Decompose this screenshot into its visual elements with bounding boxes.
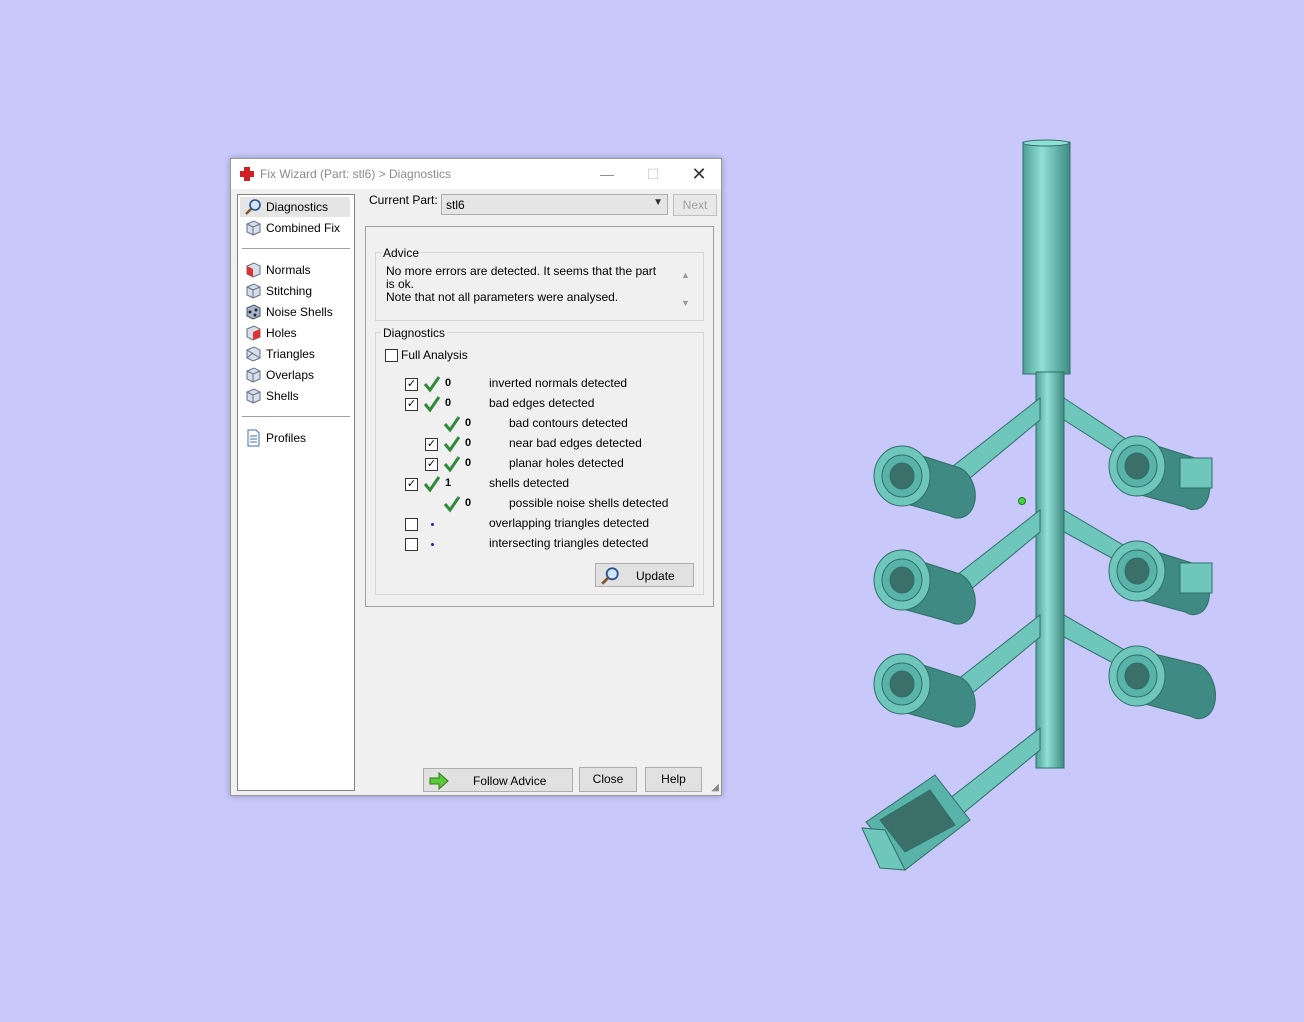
update-label: Update xyxy=(636,569,675,583)
planar-holes-checkbox[interactable]: ✓ xyxy=(425,458,438,471)
advice-line-1: No more errors are detected. It seems th… xyxy=(386,264,657,291)
diagnostics-title: Diagnostics xyxy=(381,326,448,340)
check-mark-icon xyxy=(443,436,461,453)
bad-contours-count: 0 xyxy=(465,417,472,429)
check-mark-icon xyxy=(443,456,461,473)
chevron-down-icon: ▼ xyxy=(653,197,663,208)
noise-shells-icon xyxy=(246,304,261,320)
arrow-right-icon xyxy=(429,772,449,790)
near-bad-edges-label: near bad edges detected xyxy=(509,436,642,450)
noise-shells-count: 0 xyxy=(465,497,472,509)
close-window-button[interactable]: ✕ xyxy=(676,159,722,189)
cube-icon xyxy=(246,220,261,236)
sidebar-item-diagnostics[interactable]: Diagnostics xyxy=(240,197,350,217)
inverted-normals-count: 0 xyxy=(445,377,452,389)
sidebar-item-triangles[interactable]: Triangles xyxy=(240,344,350,364)
follow-advice-button[interactable]: Follow Advice xyxy=(423,768,573,792)
scroll-up-icon[interactable]: ▲ xyxy=(681,270,690,280)
current-part-value: stl6 xyxy=(446,198,465,212)
overlapping-triangles-label: overlapping triangles detected xyxy=(489,516,650,530)
next-button[interactable]: Next xyxy=(673,194,717,216)
planar-holes-count: 0 xyxy=(465,457,472,469)
intersecting-triangles-label: intersecting triangles detected xyxy=(489,536,649,550)
cube-triangles-icon xyxy=(246,346,261,362)
cube-holes-icon xyxy=(246,325,261,341)
magnifier-icon xyxy=(245,199,261,215)
pending-dot-icon xyxy=(431,543,434,546)
check-mark-icon xyxy=(423,396,441,413)
close-button[interactable]: Close xyxy=(579,767,637,792)
window-title: Fix Wizard (Part: stl6) > Diagnostics xyxy=(260,167,452,181)
cube-shells-icon xyxy=(246,388,261,404)
near-bad-edges-checkbox[interactable]: ✓ xyxy=(425,438,438,451)
cube-overlaps-icon xyxy=(246,367,261,383)
help-button[interactable]: Help xyxy=(645,767,702,792)
diagnostics-panel: Advice No more errors are detected. It s… xyxy=(365,226,714,607)
check-mark-icon xyxy=(443,496,461,513)
sidebar-separator xyxy=(242,416,350,417)
sidebar-separator xyxy=(242,248,350,249)
magnifier-icon xyxy=(601,567,619,585)
wizard-sidebar: Diagnostics Combined Fix Normals Stitchi… xyxy=(237,194,355,791)
bad-contours-label: bad contours detected xyxy=(509,416,628,430)
planar-holes-label: planar holes detected xyxy=(509,456,624,470)
near-bad-edges-count: 0 xyxy=(465,437,472,449)
full-analysis-checkbox[interactable] xyxy=(385,349,398,362)
sidebar-item-profiles[interactable]: Profiles xyxy=(240,428,350,448)
title-bar[interactable]: Fix Wizard (Part: stl6) > Diagnostics — … xyxy=(231,159,721,189)
resize-grip-icon[interactable]: ◢ xyxy=(711,782,719,793)
fix-wizard-dialog: Fix Wizard (Part: stl6) > Diagnostics — … xyxy=(230,158,722,796)
current-part-label: Current Part: xyxy=(369,193,438,207)
sidebar-item-overlaps[interactable]: Overlaps xyxy=(240,365,350,385)
bad-edges-checkbox[interactable]: ✓ xyxy=(405,398,418,411)
check-mark-icon xyxy=(423,376,441,393)
minimize-button[interactable]: — xyxy=(584,159,630,189)
scroll-down-icon[interactable]: ▼ xyxy=(681,298,690,308)
advice-title: Advice xyxy=(381,246,422,260)
bad-edges-count: 0 xyxy=(445,397,452,409)
full-analysis-label: Full Analysis xyxy=(401,348,468,362)
check-mark-icon xyxy=(423,476,441,493)
shells-label: shells detected xyxy=(489,476,570,490)
follow-advice-label: Follow Advice xyxy=(473,774,547,788)
update-button[interactable]: Update xyxy=(595,563,694,587)
advice-text: No more errors are detected. It seems th… xyxy=(386,265,666,304)
overlapping-triangles-checkbox[interactable] xyxy=(405,518,418,531)
red-cross-icon xyxy=(240,167,254,181)
pending-dot-icon xyxy=(431,523,434,526)
bad-edges-label: bad edges detected xyxy=(489,396,595,410)
shells-checkbox[interactable]: ✓ xyxy=(405,478,418,491)
sidebar-item-normals[interactable]: Normals xyxy=(240,260,350,280)
noise-shells-label: possible noise shells detected xyxy=(509,496,669,510)
current-part-select[interactable]: stl6 ▼ xyxy=(441,194,668,215)
shells-count: 1 xyxy=(445,477,452,489)
inverted-normals-checkbox[interactable]: ✓ xyxy=(405,378,418,391)
maximize-button[interactable]: ☐ xyxy=(630,159,676,189)
sidebar-item-stitching[interactable]: Stitching xyxy=(240,281,350,301)
sidebar-item-noise-shells[interactable]: Noise Shells xyxy=(240,302,350,322)
inverted-normals-label: inverted normals detected xyxy=(489,376,628,390)
sidebar-item-shells[interactable]: Shells xyxy=(240,386,350,406)
cube-normals-icon xyxy=(246,262,261,278)
intersecting-triangles-checkbox[interactable] xyxy=(405,538,418,551)
check-mark-icon xyxy=(443,416,461,433)
document-icon xyxy=(247,429,260,447)
sidebar-item-holes[interactable]: Holes xyxy=(240,323,350,343)
sidebar-item-combined-fix[interactable]: Combined Fix xyxy=(240,218,350,238)
advice-line-2: Note that not all parameters were analys… xyxy=(386,290,619,304)
cube-stitching-icon xyxy=(246,283,261,299)
